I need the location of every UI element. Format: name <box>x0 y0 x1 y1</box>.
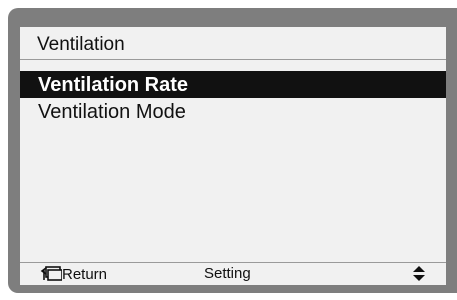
lcd-screen: Ventilation Ventilation Rate Ventilation… <box>20 27 446 285</box>
menu-item-ventilation-mode[interactable]: Ventilation Mode <box>20 98 446 125</box>
footer-bar: Return Setting <box>20 262 446 285</box>
title-bar: Ventilation <box>20 27 446 60</box>
remote-controller: Ventilation Ventilation Rate Ventilation… <box>0 0 457 300</box>
return-button[interactable]: Return <box>40 265 107 284</box>
return-label: Return <box>62 266 108 283</box>
setting-label[interactable]: Setting <box>204 265 251 283</box>
menu-item-label: Ventilation Mode <box>38 101 186 123</box>
menu-item-ventilation-rate[interactable]: Ventilation Rate <box>20 71 446 98</box>
menu-item-label: Ventilation Rate <box>38 74 189 96</box>
up-down-arrows-icon[interactable] <box>412 265 426 282</box>
return-icon <box>40 266 62 281</box>
menu-list: Ventilation Rate Ventilation Mode <box>20 71 446 125</box>
screen-title: Ventilation <box>37 34 125 55</box>
